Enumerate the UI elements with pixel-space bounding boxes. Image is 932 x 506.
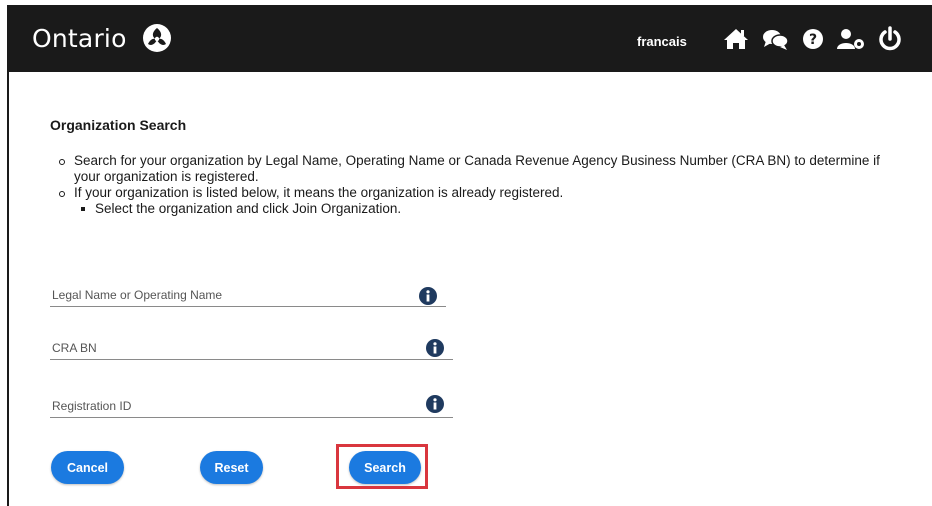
ontario-logo-text[interactable]: Ontario	[32, 24, 127, 53]
help-icon[interactable]: ?	[799, 26, 827, 52]
instruction-item: If your organization is listed below, it…	[58, 185, 898, 201]
search-highlight-box	[336, 444, 428, 489]
instruction-item: Search for your organization by Legal Na…	[58, 153, 898, 185]
registration-id-input[interactable]	[52, 399, 415, 413]
svg-text:?: ?	[809, 32, 817, 48]
cra-bn-field	[50, 336, 453, 360]
user-settings-icon[interactable]	[835, 26, 867, 52]
chat-icon[interactable]	[761, 26, 789, 52]
page-title: Organization Search	[50, 117, 187, 133]
cancel-button[interactable]: Cancel	[51, 451, 124, 484]
reset-button[interactable]: Reset	[200, 451, 263, 484]
instructions-list: Search for your organization by Legal Na…	[58, 153, 898, 217]
trillium-logo-icon[interactable]	[142, 23, 172, 53]
registration-id-info-icon[interactable]	[426, 395, 444, 413]
cra-bn-input[interactable]	[52, 341, 415, 355]
app-frame: Ontario francais ? Organization Search S…	[0, 0, 932, 506]
power-icon[interactable]	[877, 26, 903, 52]
language-toggle-link[interactable]: francais	[637, 34, 687, 49]
registration-id-field	[50, 394, 453, 418]
frame-border-left	[7, 6, 9, 506]
cra-bn-info-icon[interactable]	[426, 339, 444, 357]
legal-name-input[interactable]	[52, 288, 409, 302]
legal-name-info-icon[interactable]	[419, 287, 437, 305]
legal-name-field	[50, 283, 446, 307]
home-icon[interactable]	[722, 26, 750, 52]
instruction-sub-item: Select the organization and click Join O…	[58, 201, 898, 217]
header-bar: Ontario francais ?	[9, 6, 932, 72]
